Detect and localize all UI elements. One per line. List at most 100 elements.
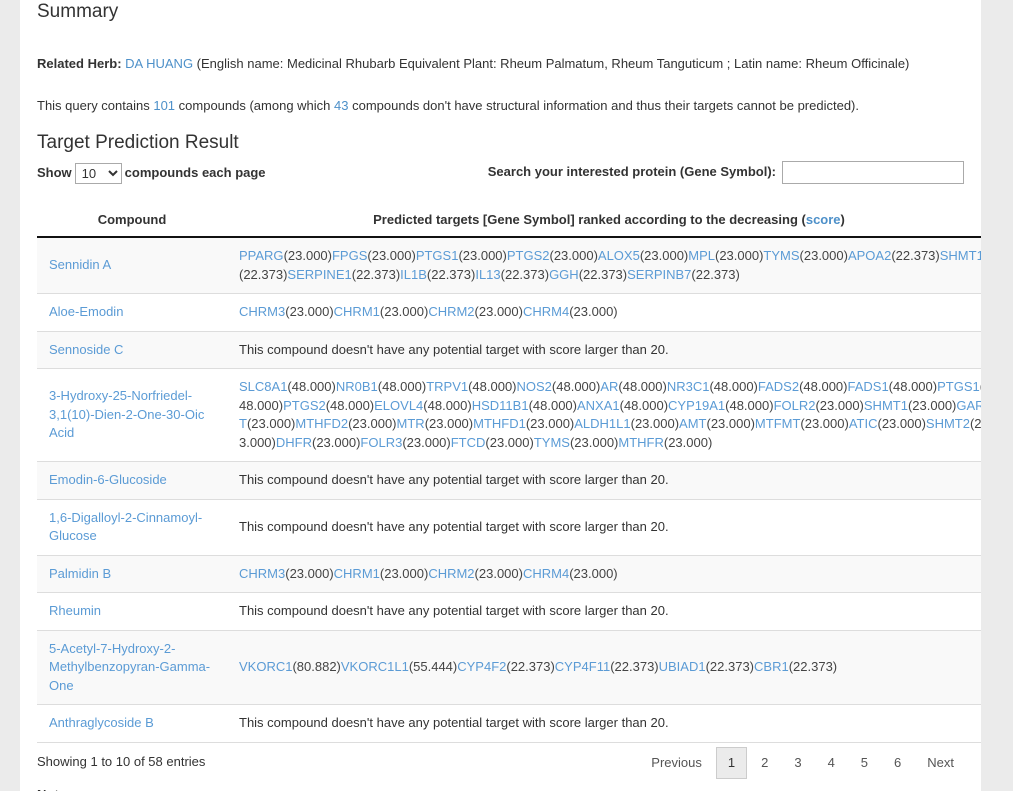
score-link[interactable]: score — [806, 212, 841, 227]
targets-cell: This compound doesn't have any potential… — [227, 461, 981, 500]
gene-symbol-link[interactable]: MTHFR — [618, 435, 664, 450]
gene-symbol-link[interactable]: APOA2 — [848, 248, 891, 263]
gene-symbol-link[interactable]: NR3C1 — [667, 379, 710, 394]
table-row: Anthraglycoside B This compound doesn't h… — [37, 704, 981, 743]
gene-symbol-link[interactable]: CYP4F11 — [555, 659, 610, 674]
gene-score: (22.373) — [610, 659, 659, 674]
gene-symbol-link[interactable]: MTR — [397, 416, 425, 431]
gene-symbol-link[interactable]: PTGS2 — [507, 248, 550, 263]
compound-link[interactable]: Aloe-Emodin — [49, 304, 123, 319]
gene-symbol-link[interactable]: ATIC — [849, 416, 878, 431]
pagination-page-1[interactable]: 1 — [715, 746, 748, 779]
gene-symbol-link[interactable]: TYMS — [534, 435, 570, 450]
gene-symbol-link[interactable]: PPARG — [239, 248, 284, 263]
gene-symbol-link[interactable]: TYMS — [763, 248, 799, 263]
compound-count: 101 — [153, 98, 176, 113]
gene-symbol-link[interactable]: NR0B1 — [336, 379, 378, 394]
gene-symbol-link[interactable]: HSD11B1 — [472, 398, 529, 413]
gene-score: (48.000) — [888, 379, 938, 394]
compound-link[interactable]: Sennoside C — [49, 342, 123, 357]
gene-symbol-link[interactable]: MPL — [688, 248, 715, 263]
gene-symbol-link[interactable]: TRPV1 — [426, 379, 468, 394]
gene-symbol-link[interactable]: FOLR3 — [360, 435, 402, 450]
gene-score: (48.000) — [619, 397, 669, 413]
gene-symbol-link[interactable]: CHRM1 — [334, 566, 380, 581]
targets-cell: CHRM3(23.000)CHRM1(23.000)CHRM2(23.000)C… — [227, 293, 981, 332]
gene-score: (48.000) — [725, 397, 774, 413]
targets-cell: This compound doesn't have any potential… — [227, 331, 981, 369]
gene-symbol-link[interactable]: PTGS1 — [416, 248, 459, 263]
table-body: Sennidin A PPARG (23.000) FPGS (23.000) PTGS1… — [37, 237, 981, 743]
gene-symbol-link[interactable]: MTHFD1 — [473, 416, 526, 431]
gene-symbol-link[interactable]: DHFR — [276, 435, 312, 450]
compound-link[interactable]: Emodin-6-Glucoside — [49, 472, 167, 487]
gene-symbol-link[interactable]: SHMT1 — [940, 248, 981, 263]
gene-symbol-link[interactable]: AMT — [679, 416, 706, 431]
gene-symbol-link[interactable]: NOS2 — [517, 379, 552, 394]
gene-symbol-link[interactable]: ALDH1L1 — [574, 416, 630, 431]
compound-link[interactable]: 3-Hydroxy-25-Norfriedel-3,1(10)-Dien-2-O… — [49, 388, 204, 440]
pagination-page-2[interactable]: 2 — [749, 747, 780, 779]
no-structure-count: 43 — [334, 98, 349, 113]
pagination-page-4[interactable]: 4 — [816, 747, 847, 779]
gene-score: (23.000) — [285, 304, 334, 319]
compound-link[interactable]: Palmidin B — [49, 566, 111, 581]
gene-symbol-link[interactable]: SLC8A1 — [239, 379, 287, 394]
table-row: Emodin-6-Glucoside This compound doesn't … — [37, 461, 981, 500]
pagination-page-6[interactable]: 6 — [882, 747, 913, 779]
gene-symbol-link[interactable]: FTCD — [451, 435, 486, 450]
gene-score: (48.000) — [377, 379, 427, 394]
compound-link[interactable]: Sennidin A — [49, 257, 111, 272]
gene-symbol-link[interactable]: FADS1 — [847, 379, 888, 394]
search-input[interactable] — [782, 161, 964, 184]
gene-symbol-link[interactable]: SHMT1 — [864, 398, 908, 413]
pagination-page-5[interactable]: 5 — [849, 747, 880, 779]
compound-cell: 5-Acetyl-7-Hydroxy-2-Methylbenzopyran-Ga… — [37, 630, 227, 705]
gene-symbol-link[interactable]: CHRM4 — [523, 566, 569, 581]
gene-symbol-link[interactable]: PTGS2 — [283, 398, 326, 413]
gene-symbol-link[interactable]: CHRM3 — [239, 566, 285, 581]
gene-symbol-link[interactable]: MTHFD2 — [295, 416, 348, 431]
gene-symbol-link[interactable]: IL13 — [475, 267, 500, 282]
gene-symbol-link[interactable]: UBIAD1 — [659, 659, 706, 674]
gene-score: (23.000) — [800, 416, 849, 431]
gene-symbol-link[interactable]: GGH — [549, 267, 579, 282]
page-length-select[interactable]: 102550100 — [74, 163, 122, 184]
gene-symbol-link[interactable]: SHMT2 — [926, 416, 970, 431]
gene-symbol-link[interactable]: ALOX5 — [598, 248, 640, 263]
pagination-next[interactable]: Next — [915, 747, 966, 779]
gene-symbol-link[interactable]: CHRM2 — [428, 566, 474, 581]
gene-symbol-link[interactable]: CHRM4 — [523, 304, 569, 319]
gene-symbol-link[interactable]: VKORC1 — [239, 659, 292, 674]
compound-link[interactable]: 5-Acetyl-7-Hydroxy-2-Methylbenzopyran-Ga… — [49, 641, 210, 693]
gene-score: (22.373) — [506, 659, 555, 674]
gene-symbol-link[interactable]: MTFMT — [755, 416, 800, 431]
gene-symbol-link[interactable]: CYP4F2 — [457, 659, 506, 674]
compound-link[interactable]: Anthraglycoside B — [49, 715, 154, 730]
gene-score: (23.000) — [799, 248, 848, 263]
gene-symbol-link[interactable]: SERPINB7 — [627, 267, 691, 282]
gene-symbol-link[interactable]: CHRM3 — [239, 304, 285, 319]
compound-cell: 1,6-Digalloyl-2-Cinnamoyl-Glucose — [37, 499, 227, 556]
gene-symbol-link[interactable]: PTGS1 — [937, 379, 980, 394]
gene-symbol-link[interactable]: SERPINE1 — [287, 267, 351, 282]
gene-symbol-link[interactable]: CHRM1 — [334, 304, 380, 319]
gene-score: (23.000) — [379, 565, 429, 581]
gene-symbol-link[interactable]: ELOVL4 — [374, 398, 423, 413]
compound-link[interactable]: 1,6-Digalloyl-2-Cinnamoyl-Glucose — [49, 510, 202, 544]
gene-symbol-link[interactable]: CBR1 — [754, 659, 789, 674]
pagination-previous[interactable]: Previous — [639, 747, 714, 779]
gene-symbol-link[interactable]: VKORC1L1 — [341, 659, 409, 674]
gene-symbol-link[interactable]: ANXA1 — [577, 398, 620, 413]
gene-score: (22.373) — [351, 266, 401, 282]
pagination-page-3[interactable]: 3 — [782, 747, 813, 779]
gene-symbol-link[interactable]: AR — [600, 379, 618, 394]
related-herb-link[interactable]: DA HUANG — [125, 56, 193, 71]
gene-symbol-link[interactable]: CYP19A1 — [668, 398, 725, 413]
compound-link[interactable]: Rheumin — [49, 603, 101, 618]
gene-symbol-link[interactable]: FADS2 — [758, 379, 799, 394]
gene-symbol-link[interactable]: IL1B — [400, 267, 427, 282]
gene-symbol-link[interactable]: CHRM2 — [428, 304, 474, 319]
gene-symbol-link[interactable]: FPGS — [332, 248, 367, 263]
gene-symbol-link[interactable]: FOLR2 — [774, 398, 816, 413]
